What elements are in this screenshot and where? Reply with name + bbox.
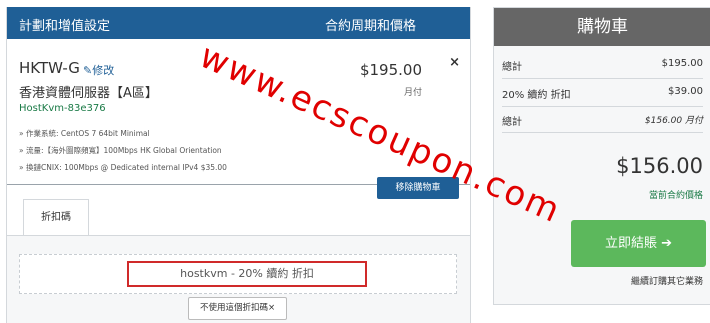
close-icon[interactable]: × [449,55,460,70]
discount-label: 20% 續約 折扣 [502,90,571,101]
tab-promo-code[interactable]: 折扣碼 [23,199,89,236]
discount-value: $39.00 [668,86,703,97]
order-header: 計劃和增值設定 合約周期和價格 [7,7,470,39]
divider [502,106,703,107]
hostname: HostKvm-83e376 [19,103,106,114]
cart-summary: 購物車 總計 $195.00 20% 續約 折扣 $39.00 總計 $156.… [493,7,710,305]
divider [502,78,703,79]
order-panel: 計劃和增值設定 合約周期和價格 HKTW-G ✎修改 香港資體伺服器【A區】 H… [6,7,471,323]
recurring-row: 總計 $156.00 月付 [502,113,703,128]
subtotal-row: 總計 $195.00 [502,58,703,73]
config-bandwidth: » 流量:【海外圖際頻寬】100Mbps HK Global Orientati… [19,146,222,155]
subtotal-label: 總計 [502,62,522,73]
product-description: 香港資體伺服器【A區】 [19,86,158,101]
cart-title: 購物車 [494,8,710,46]
remove-promo-button[interactable]: 不使用這個折扣碼× [188,297,287,320]
header-title: 計劃和增值設定 [19,19,111,34]
cart-item: HKTW-G ✎修改 香港資體伺服器【A區】 HostKvm-83e376 » … [7,39,470,185]
divider [502,132,703,133]
total-due: $156.00 [616,154,703,178]
subtotal-value: $195.00 [661,58,703,69]
item-price: $195.00 [359,61,422,79]
applied-promo-code: hostkvm - 20% 續約 折扣 [127,261,367,287]
edit-link[interactable]: ✎修改 [83,62,114,78]
recurring-label: 總計 [502,117,522,128]
total-note: 當前合約價格 [648,191,703,201]
checkout-button[interactable]: 立即結賬 ➔ [571,220,706,267]
product-name: HKTW-G [19,59,80,77]
config-ip: » 換鏈CNIX: 100Mbps @ Dedicated internal I… [19,163,227,172]
discount-row: 20% 續約 折扣 $39.00 [502,86,703,101]
item-cycle: 月付 [403,88,422,98]
promo-applied-box: hostkvm - 20% 續約 折扣 [19,254,457,294]
continue-shopping-link[interactable]: 繼續訂購其它業務 [631,274,703,287]
promo-section: hostkvm - 20% 續約 折扣 不使用這個折扣碼× [7,235,470,323]
header-cycle-column: 合約周期和價格 [324,19,416,34]
remove-from-cart-button[interactable]: 移除購物車 [377,177,459,199]
config-os: » 作業系統: CentOS 7 64bit Minimal [19,129,150,138]
recurring-value: $156.00 月付 [644,116,703,126]
